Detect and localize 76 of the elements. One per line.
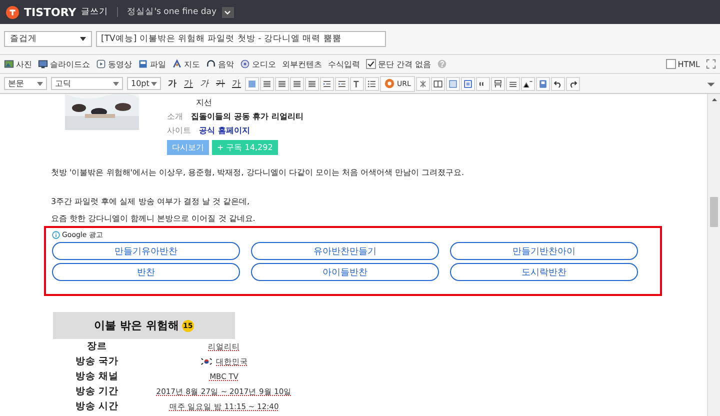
image-icon <box>4 59 14 69</box>
scrollbar[interactable] <box>707 94 720 416</box>
insert-button[interactable]: 오디오 <box>240 58 276 70</box>
indent-icon[interactable] <box>320 76 334 90</box>
category-select[interactable]: 즐겁게 <box>4 31 92 47</box>
intro-text: 집돌이들의 공동 휴가 리얼리티 <box>191 111 304 122</box>
keyword-button[interactable]: 반찬 <box>52 263 240 281</box>
keyword-button[interactable]: 아이들반찬 <box>251 263 439 281</box>
redo-icon[interactable] <box>566 76 580 90</box>
homepage-link[interactable]: 공식 홈페이지 <box>199 125 250 136</box>
table-icon[interactable] <box>430 76 445 90</box>
insert-button[interactable]: 동영상 <box>96 58 132 70</box>
text-format-button[interactable]: 가 <box>229 76 244 90</box>
blog-dropdown-button[interactable] <box>222 6 234 18</box>
show-title-text: 이불 밖은 위험해 <box>94 318 179 333</box>
info-icon[interactable] <box>52 231 60 239</box>
box-icon[interactable] <box>460 76 475 90</box>
undo-icon[interactable] <box>550 76 565 90</box>
insert-button[interactable]: 음악 <box>206 58 234 70</box>
blog-name[interactable]: 정실실's one fine day <box>127 6 217 18</box>
info-label: 방송 국가 <box>74 355 120 368</box>
paragraph-style-select[interactable]: 본문 <box>4 77 47 90</box>
text-format-button[interactable]: 가 <box>213 76 228 90</box>
logo-icon <box>6 6 19 18</box>
info-label: 장르 <box>86 340 108 353</box>
info-label: 방송 채널 <box>74 370 120 383</box>
info-label: 방송 기간 <box>74 385 120 398</box>
align-icon[interactable] <box>260 76 274 90</box>
keyword-button[interactable]: 만들기반찬아이 <box>450 242 638 260</box>
insert-button[interactable]: 사진 <box>4 58 32 70</box>
cast-text: 지선 <box>196 97 213 108</box>
align-icon[interactable] <box>305 76 319 90</box>
more-icon[interactable] <box>506 76 520 90</box>
align-icon[interactable] <box>275 76 289 90</box>
intro-label: 소개 <box>167 111 183 122</box>
site-label: 사이트 <box>167 125 191 136</box>
special-character-icon[interactable] <box>416 76 430 90</box>
keyword-button[interactable]: 유아반찬만들기 <box>251 242 439 260</box>
text-format-button[interactable]: 가 <box>197 76 212 90</box>
paragraph: 요즘 핫한 강다니엘이 함께니 본방으로 이어질 것 같네요. <box>51 213 256 224</box>
paragraph-spacing-checkbox[interactable]: 문단 간격 없음 <box>366 58 432 70</box>
title-field[interactable]: [TV예능] 이불밖은 위험해 파일럿 첫방 - 강다니엘 매력 뿜뿜 <box>96 31 386 47</box>
play-icon <box>96 59 106 69</box>
image-icon[interactable] <box>446 76 460 90</box>
quote-icon[interactable] <box>476 76 490 90</box>
html-checkbox[interactable]: HTML <box>666 59 700 69</box>
save-icon[interactable] <box>536 76 550 90</box>
headphones-icon <box>206 59 216 69</box>
paragraph: 첫방 '이불밖은 위험해'에서는 이상우, 용준형, 박재정, 강다니엘이 다같이 모이는 처음 어색어색 만남이 그려졌구요. <box>51 167 466 178</box>
insert-button[interactable]: 슬라이드쇼 <box>38 58 90 70</box>
disc-icon <box>240 59 250 69</box>
insert-button[interactable]: 지도 <box>172 58 200 70</box>
keyword-button[interactable]: 만들기유아반찬 <box>52 242 240 260</box>
font-select[interactable]: 고딕 <box>51 77 123 90</box>
page-mode: 글쓰기 <box>81 6 108 18</box>
caret-icon <box>224 10 232 14</box>
font-size-select[interactable]: 10pt <box>127 77 161 90</box>
text-format-button[interactable]: 가 <box>181 76 196 90</box>
text-format-button[interactable]: 가 <box>165 76 180 90</box>
flag-icon <box>200 357 213 366</box>
insert-button[interactable]: 파일 <box>138 58 166 70</box>
check-icon <box>367 60 375 68</box>
brand-name: TISTORY <box>24 6 76 18</box>
info-label: 방송 시간 <box>74 400 120 413</box>
fullscreen-icon[interactable] <box>706 59 716 69</box>
paragraph: 3주간 파일럿 후에 실제 방송 여부가 결정 날 것 같은데, <box>51 196 251 207</box>
monitor-icon <box>38 59 48 69</box>
indent-icon[interactable] <box>335 76 349 90</box>
link-icon <box>384 78 395 89</box>
scroll-up-icon[interactable] <box>710 97 718 102</box>
scrollbar-thumb[interactable] <box>710 197 718 227</box>
insert-button[interactable]: 수식입력 <box>328 58 360 70</box>
insert-button[interactable]: 외부컨텐츠 <box>282 58 322 70</box>
keyword-button[interactable]: 도시락반찬 <box>450 263 638 281</box>
align-icon[interactable] <box>290 76 304 90</box>
list-icon[interactable] <box>365 76 379 90</box>
